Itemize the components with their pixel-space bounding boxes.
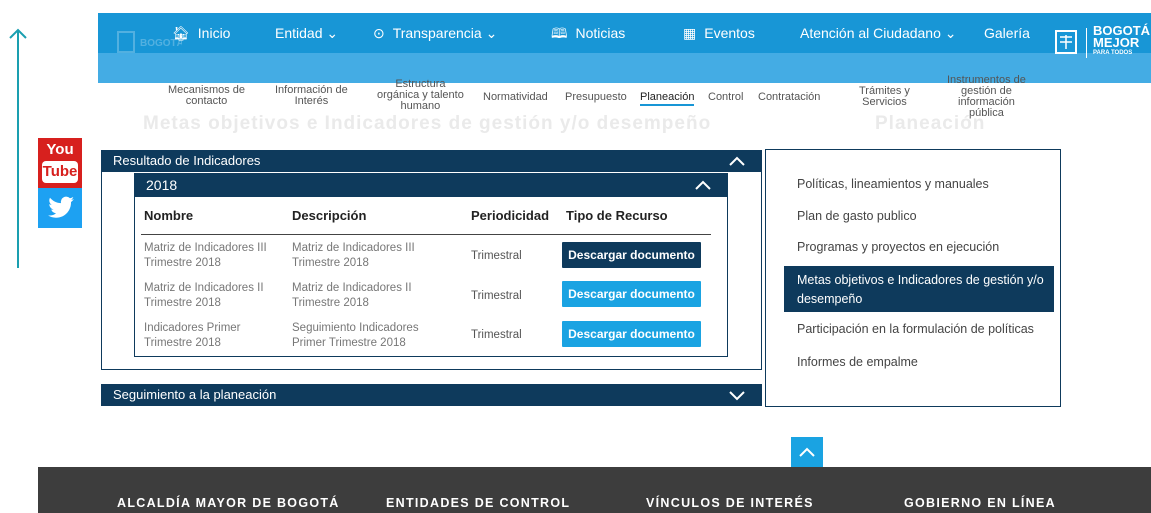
subnav-contratacion[interactable]: Contratación: [758, 92, 820, 103]
home-icon: 🏠︎: [172, 25, 190, 41]
cell-text: Indicadores Primer: [144, 322, 241, 334]
table-cell-nombre: Matriz de Indicadores III Trimestre 2018: [144, 241, 267, 271]
check-circle-icon: ⊙: [373, 25, 385, 41]
subnav-presupuesto[interactable]: Presupuesto: [565, 92, 627, 103]
nav-inicio[interactable]: 🏠︎ Inicio: [172, 13, 230, 53]
subnav-label: Servicios: [862, 96, 907, 108]
nav-transparencia[interactable]: ⊙ Transparencia ⌄: [373, 13, 497, 53]
subnav-label: humano: [400, 100, 441, 112]
side-menu-item[interactable]: Plan de gasto publico: [797, 209, 917, 223]
table-cell-periodicidad: Trimestral: [471, 329, 522, 341]
calendar-icon: ▦: [683, 25, 697, 41]
section-title-ghost: Planeación: [875, 113, 986, 134]
subnav-normatividad[interactable]: Normatividad: [483, 92, 548, 103]
download-button[interactable]: Descargar documento: [562, 321, 701, 347]
cell-text: Matriz de Indicadores III: [144, 242, 267, 254]
chevron-up-icon: [729, 156, 745, 166]
cell-text: Primer Trimestre 2018: [292, 337, 406, 349]
youtube-icon[interactable]: You Tube: [38, 138, 82, 188]
subnav-mecanismos[interactable]: Mecanismos de contacto: [168, 85, 245, 107]
subnav-control[interactable]: Control: [708, 92, 743, 103]
table-cell-periodicidad: Trimestral: [471, 290, 522, 302]
logo-tagline: PARA TODOS: [1093, 50, 1133, 56]
side-menu-item[interactable]: Políticas, lineamientos y manuales: [797, 177, 989, 191]
footer-link-gobierno[interactable]: GOBIERNO EN LÍNEA: [904, 496, 1056, 510]
nav-transparencia-label: Transparencia ⌄: [392, 25, 498, 41]
accordion-year-2018[interactable]: 2018: [134, 173, 728, 197]
chevron-up-icon: [695, 180, 711, 190]
cell-text: Trimestre 2018: [144, 337, 221, 349]
nav-eventos[interactable]: ▦ Eventos: [683, 13, 755, 53]
side-menu-item[interactable]: Programas y proyectos en ejecución: [797, 240, 999, 254]
book-icon: 🕮: [551, 25, 568, 41]
subnav-label: Contratación: [758, 91, 821, 103]
youtube-label-top: You: [46, 141, 74, 158]
subnav-tramites[interactable]: Trámites y Servicios: [859, 86, 910, 108]
accordion-resultado-indicadores[interactable]: Resultado de Indicadores: [101, 150, 762, 172]
cell-text: Matriz de Indicadores II: [144, 282, 264, 294]
logo-bogota-bottom: MEJOR: [1093, 35, 1140, 50]
footer-link-vinculos[interactable]: VÍNCULOS DE INTERÉS: [646, 496, 814, 510]
cell-text: Trimestre 2018: [144, 297, 221, 309]
footer-link-entidades[interactable]: ENTIDADES DE CONTROL: [386, 496, 570, 510]
subnav-estructura[interactable]: Estructura orgánica y talento humano: [377, 79, 464, 112]
page-title-ghost: Metas objetivos e Indicadores de gestión…: [143, 113, 712, 134]
subnav-label: Presupuesto: [565, 91, 627, 103]
nav-galeria-label: Galería: [984, 25, 1030, 41]
arrow-up-icon: [9, 28, 27, 39]
nav-noticias[interactable]: 🕮 Noticias: [551, 13, 625, 53]
column-header-periodicidad: Periodicidad: [471, 208, 550, 223]
scroll-to-top-button[interactable]: [791, 437, 823, 469]
nav-eventos-label: Eventos: [704, 25, 755, 41]
nav-atencion-label: Atención al Ciudadano ⌄: [800, 25, 957, 41]
cell-text: Trimestre 2018: [292, 297, 369, 309]
download-button[interactable]: Descargar documento: [562, 242, 701, 268]
cell-text: Trimestre 2018: [292, 257, 369, 269]
scroll-line: [17, 30, 19, 268]
nav-galeria[interactable]: Galería: [984, 13, 1030, 53]
nav-entidad[interactable]: Entidad ⌄: [275, 13, 338, 53]
nav-noticias-label: Noticias: [575, 25, 626, 41]
table-header-divider: [141, 234, 711, 235]
cell-text: Matriz de Indicadores III: [292, 242, 415, 254]
column-header-tipo-recurso: Tipo de Recurso: [566, 208, 668, 223]
footer-link-alcaldia[interactable]: ALCALDÍA MAYOR DE BOGOTÁ: [117, 496, 340, 510]
subnav-label: Planeación: [640, 91, 695, 103]
subnav-informacion[interactable]: Información de Interés: [275, 85, 348, 107]
subnav-planeacion[interactable]: Planeación: [640, 91, 695, 106]
accordion-seguimiento-planeacion[interactable]: Seguimiento a la planeación: [101, 384, 762, 406]
nav-inicio-label: Inicio: [197, 25, 231, 41]
side-menu-item[interactable]: Informes de empalme: [797, 355, 918, 369]
download-button[interactable]: Descargar documento: [562, 281, 701, 307]
cell-text: Matriz de Indicadores II: [292, 282, 412, 294]
subnav-label: Control: [708, 91, 744, 103]
cell-text: Seguimiento Indicadores: [292, 322, 419, 334]
subnav-label: Interés: [294, 95, 329, 107]
logo-divider: [1086, 28, 1087, 58]
chevron-down-icon: [729, 391, 745, 401]
column-header-nombre: Nombre: [144, 208, 194, 223]
accordion-title: Resultado de Indicadores: [113, 153, 261, 168]
table-cell-descripcion: Seguimiento Indicadores Primer Trimestre …: [292, 321, 419, 351]
nav-atencion[interactable]: Atención al Ciudadano ⌄: [800, 13, 957, 53]
table-cell-descripcion: Matriz de Indicadores III Trimestre 2018: [292, 241, 415, 271]
chevron-up-icon: [799, 447, 815, 457]
side-menu-item[interactable]: Participación en la formulación de polít…: [797, 322, 1034, 336]
column-header-descripcion: Descripción: [292, 208, 367, 223]
table-cell-descripcion: Matriz de Indicadores II Trimestre 2018: [292, 281, 412, 311]
subnav-label: contacto: [185, 95, 228, 107]
accordion-title: Seguimiento a la planeación: [113, 387, 277, 402]
twitter-icon[interactable]: [38, 188, 82, 228]
nav-entidad-label: Entidad ⌄: [275, 25, 339, 41]
table-cell-nombre: Indicadores Primer Trimestre 2018: [144, 321, 241, 351]
year-label: 2018: [146, 177, 178, 193]
alcaldia-shield-icon: [1055, 30, 1077, 54]
side-menu-item-active[interactable]: Metas objetivos e Indicadores de gestión…: [784, 266, 1054, 312]
table-cell-nombre: Matriz de Indicadores II Trimestre 2018: [144, 281, 264, 311]
youtube-label-bottom: Tube: [42, 161, 78, 183]
subnav-label: Normatividad: [483, 91, 548, 103]
cell-text: Trimestre 2018: [144, 257, 221, 269]
table-cell-periodicidad: Trimestral: [471, 250, 522, 262]
side-menu-active-label: Metas objetivos e Indicadores de gestión…: [797, 273, 1044, 306]
